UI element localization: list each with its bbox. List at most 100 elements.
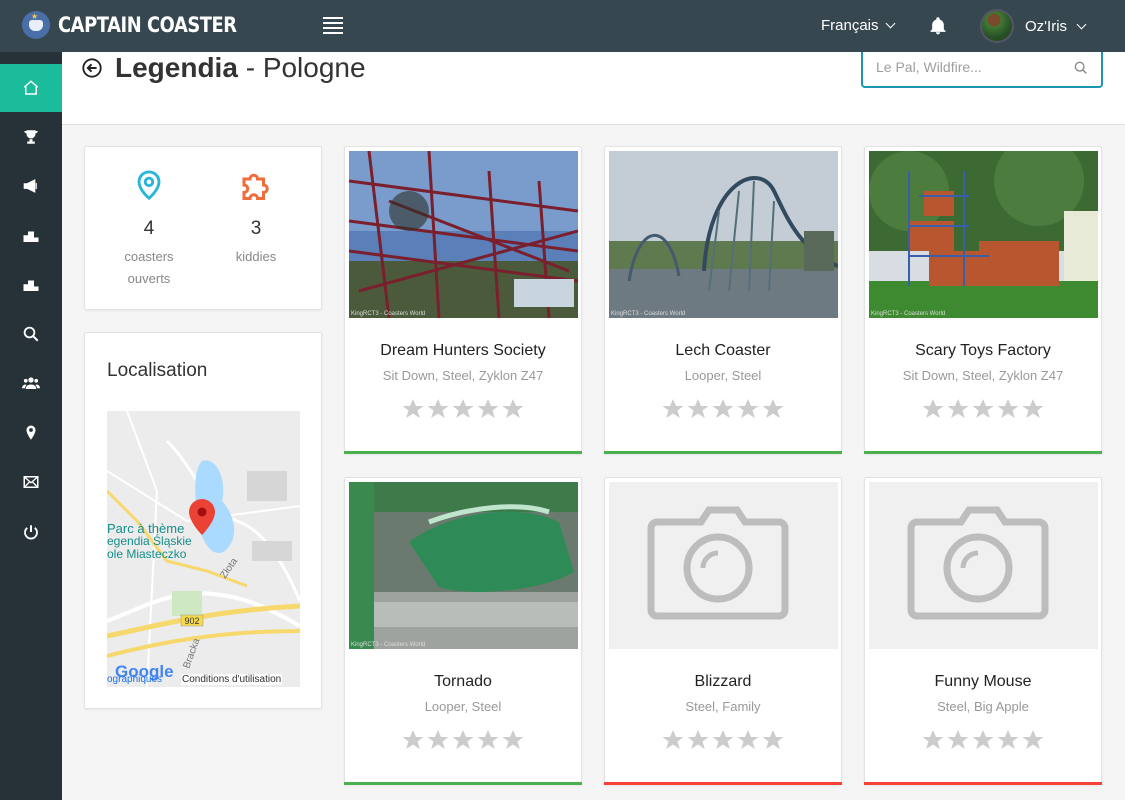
coaster-name[interactable]: Dream Hunters Society [345, 342, 581, 360]
sidebar-item-tops[interactable] [0, 261, 62, 309]
rating-stars[interactable] [605, 397, 841, 421]
rating-stars[interactable] [865, 397, 1101, 421]
coaster-tags: Steel, Big Apple [937, 699, 1029, 714]
star-icon[interactable] [1021, 728, 1045, 752]
coaster-card[interactable]: Blizzard Steel, Family [604, 477, 842, 785]
star-icon[interactable] [426, 397, 450, 421]
bell-icon[interactable] [928, 16, 948, 36]
location-map[interactable]: 902 Złota Bracka Google Parc à thème ege… [107, 411, 300, 687]
coaster-name[interactable]: Blizzard [605, 673, 841, 691]
rating-stars[interactable] [605, 728, 841, 752]
star-icon[interactable] [946, 728, 970, 752]
menu-toggle-button[interactable] [323, 17, 343, 35]
search-icon[interactable] [1073, 60, 1089, 76]
location-card: Localisation 902 Złota Bracka Google Par… [84, 332, 322, 709]
back-arrow-icon[interactable] [81, 57, 103, 79]
star-icon[interactable] [736, 397, 760, 421]
rating-stars[interactable] [345, 397, 581, 421]
coaster-card[interactable]: Funny Mouse Steel, Big Apple [864, 477, 1102, 785]
map-topo-link[interactable]: ographiques [107, 674, 162, 685]
puzzle-piece-icon [242, 173, 269, 200]
star-icon[interactable] [451, 397, 475, 421]
stat-kiddies: 3 kiddies [201, 167, 311, 268]
sidebar-item-logout[interactable] [0, 508, 62, 556]
photo-credit: KingRCT3 - Coasters World [611, 311, 686, 317]
coaster-name[interactable]: Funny Mouse [865, 673, 1101, 691]
star-icon[interactable] [971, 397, 995, 421]
star-icon[interactable] [996, 728, 1020, 752]
star-icon[interactable] [686, 728, 710, 752]
status-bar-closed [864, 782, 1102, 785]
star-icon[interactable] [501, 397, 525, 421]
star-icon[interactable] [501, 728, 525, 752]
rating-stars[interactable] [865, 728, 1101, 752]
sidebar-item-trophy[interactable] [0, 113, 62, 161]
camera-placeholder-icon [869, 482, 1098, 649]
rating-stars[interactable] [345, 728, 581, 752]
sidebar-item-users[interactable] [0, 359, 62, 407]
sidebar-item-ranking[interactable] [0, 212, 62, 260]
star-icon[interactable] [426, 728, 450, 752]
sidebar-item-home[interactable] [0, 64, 62, 112]
coaster-card[interactable]: KingRCT3 - Coasters World Dream Hunters … [344, 146, 582, 454]
star-icon[interactable] [736, 728, 760, 752]
coaster-card[interactable]: KingRCT3 - Coasters World Scary Toys Fac… [864, 146, 1102, 454]
photo-credit: KingRCT3 - Coasters World [351, 642, 426, 648]
search-input[interactable] [876, 59, 1066, 75]
sidebar-item-messages[interactable] [0, 458, 62, 506]
stat-label: kiddies [235, 249, 277, 264]
coaster-photo-placeholder[interactable] [869, 482, 1098, 649]
coaster-photo[interactable]: KingRCT3 - Coasters World [609, 151, 838, 318]
stat-value: 3 [250, 218, 262, 239]
star-icon[interactable] [921, 728, 945, 752]
star-icon[interactable] [401, 728, 425, 752]
star-icon[interactable] [661, 397, 685, 421]
page-header: Legendia - Pologne [62, 52, 1125, 125]
status-bar-closed [604, 782, 842, 785]
status-bar-open [344, 451, 582, 454]
language-selector[interactable]: Français [821, 17, 895, 34]
camera-placeholder-icon [609, 482, 838, 649]
location-title: Localisation [107, 360, 208, 381]
coaster-name[interactable]: Lech Coaster [605, 342, 841, 360]
coaster-card[interactable]: KingRCT3 - Coasters World Tornado Looper… [344, 477, 582, 785]
star-icon[interactable] [476, 728, 500, 752]
coaster-name[interactable]: Scary Toys Factory [865, 342, 1101, 360]
podium-icon [23, 280, 39, 291]
coaster-photo[interactable]: KingRCT3 - Coasters World [869, 151, 1098, 318]
star-icon[interactable] [686, 397, 710, 421]
star-icon[interactable] [476, 397, 500, 421]
star-icon[interactable] [401, 397, 425, 421]
coaster-photo[interactable]: KingRCT3 - Coasters World [349, 151, 578, 318]
star-icon[interactable] [946, 397, 970, 421]
trophy-icon [24, 130, 38, 144]
chevron-down-icon [885, 18, 895, 29]
star-icon[interactable] [1021, 397, 1045, 421]
coaster-name[interactable]: Tornado [345, 673, 581, 691]
star-icon[interactable] [996, 397, 1020, 421]
star-icon[interactable] [661, 728, 685, 752]
star-icon[interactable] [451, 728, 475, 752]
search-field[interactable] [861, 52, 1103, 88]
photo-credit: KingRCT3 - Coasters World [351, 311, 426, 317]
user-menu[interactable]: Oz'Iris [980, 9, 1087, 43]
star-icon[interactable] [711, 397, 735, 421]
coaster-photo[interactable]: KingRCT3 - Coasters World [349, 482, 578, 649]
coaster-card[interactable]: KingRCT3 - Coasters World Lech Coaster L… [604, 146, 842, 454]
map-terms-link[interactable]: Conditions d'utilisation [181, 674, 283, 685]
star-icon[interactable] [711, 728, 735, 752]
sidebar-item-search[interactable] [0, 310, 62, 358]
sidebar-item-map[interactable] [0, 409, 62, 457]
star-icon[interactable] [761, 728, 785, 752]
star-icon[interactable] [761, 397, 785, 421]
map-label-line: ole Miasteczko [107, 547, 187, 561]
sidebar-item-announcements[interactable] [0, 162, 62, 210]
app-logo[interactable]: CAPTAIN COASTER [22, 11, 268, 39]
star-icon[interactable] [971, 728, 995, 752]
star-icon[interactable] [921, 397, 945, 421]
podium-icon [23, 231, 39, 242]
stat-open-coasters: 4 coasters ouverts [94, 167, 204, 290]
park-country: Pologne [262, 52, 366, 83]
coaster-photo-placeholder[interactable] [609, 482, 838, 649]
power-icon [24, 525, 38, 540]
